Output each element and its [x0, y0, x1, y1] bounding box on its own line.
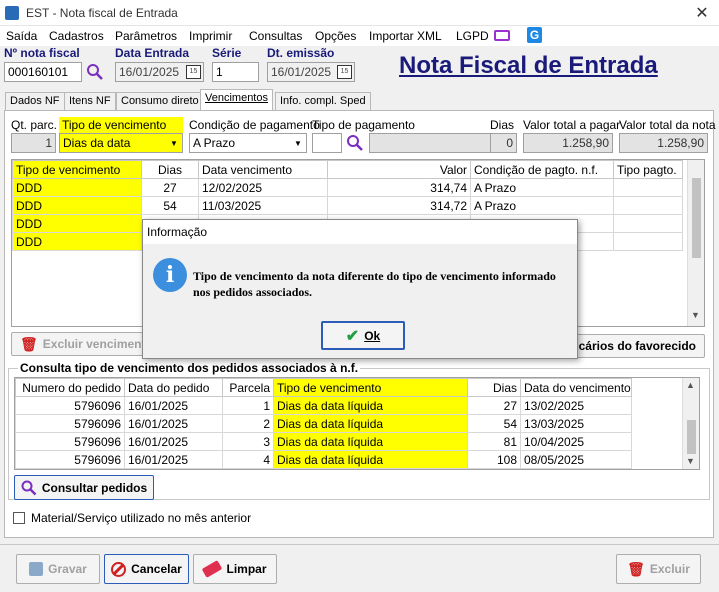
consultar-pedidos-button[interactable]: Consultar pedidos — [14, 475, 154, 500]
chevron-down-icon[interactable]: ▼ — [691, 310, 700, 320]
qt-parc-field: 1 — [11, 133, 56, 153]
search-icon[interactable] — [86, 63, 104, 81]
excluir-button[interactable]: 🗑 Excluir — [616, 554, 701, 584]
scrollbar-thumb[interactable] — [687, 420, 696, 454]
table-row[interactable]: DDD 54 11/03/2025 314,72 A Prazo — [12, 196, 683, 215]
info-icon: i — [153, 258, 187, 292]
col-data-venc[interactable]: Data vencimento — [198, 160, 328, 179]
window-title: EST - Nota fiscal de Entrada — [26, 6, 178, 20]
col-tipo-venc[interactable]: Tipo de vencimento — [12, 160, 142, 179]
tab-info-compl-sped[interactable]: Info. compl. Sped — [275, 92, 371, 110]
check-icon: ✔ — [345, 327, 360, 345]
tipo-venc-select[interactable]: Dias da data ▼ — [59, 133, 183, 153]
table-row[interactable]: 5796096 16/01/2025 3 Dias da data líquida 81… — [15, 432, 632, 451]
chevron-down-icon[interactable]: ▼ — [686, 456, 695, 466]
title-bar: EST - Nota fiscal de Entrada ✕ — [0, 0, 719, 26]
qt-parc-label: Qt. parc. — [11, 118, 58, 132]
valor-pagar-label: Valor total a pagar — [523, 118, 621, 132]
info-dialog: Informação i Tipo de vencimento da nota … — [142, 219, 578, 359]
consulta-title: Consulta tipo de vencimento dos pedidos … — [18, 361, 361, 375]
excluir-vencimento-button[interactable]: 🗑 Excluir vencimento — [11, 332, 153, 356]
dias-label: Dias — [490, 118, 515, 132]
search-icon[interactable] — [346, 134, 364, 152]
col-data-pedido[interactable]: Data do pedido — [124, 378, 223, 397]
trash-icon: 🗑 — [20, 335, 38, 352]
valor-pagar-field: 1.258,90 — [523, 133, 613, 153]
cond-pag-select[interactable]: A Prazo ▼ — [189, 133, 307, 153]
entrada-field[interactable]: 16/01/2025 15 — [115, 62, 204, 82]
emissao-label: Dt. emissão — [267, 46, 335, 60]
col-dias[interactable]: Dias — [141, 160, 199, 179]
col-tipo-pagto[interactable]: Tipo pagto. — [613, 160, 683, 179]
col-tipo-vencimento[interactable]: Tipo de vencimento — [273, 378, 468, 397]
save-icon — [29, 562, 44, 576]
serie-label: Série — [212, 46, 242, 60]
dias-field: 0 — [490, 133, 517, 153]
chevron-down-icon[interactable]: ▼ — [290, 134, 306, 152]
menu-bar: Saída Cadastros Parâmetros Imprimir Cons… — [0, 26, 719, 46]
table-row[interactable]: 5796096 16/01/2025 1 Dias da data líquida 27… — [15, 396, 632, 415]
table-row[interactable]: DDD 27 12/02/2025 314,74 A Prazo — [12, 178, 683, 197]
nota-field[interactable]: 000160101 — [4, 62, 82, 82]
valor-nota-label: Valor total da nota — [619, 118, 716, 132]
menu-importar-xml[interactable]: Importar XML — [369, 29, 442, 43]
col-numero-pedido[interactable]: Numero do pedido — [15, 378, 125, 397]
table-row[interactable]: 5796096 16/01/2025 2 Dias da data líquida 54… — [15, 414, 632, 433]
col-parcela[interactable]: Parcela — [222, 378, 274, 397]
serie-field[interactable]: 1 — [212, 62, 259, 82]
g-app-icon[interactable]: G — [527, 27, 542, 43]
cancel-icon — [111, 561, 127, 577]
chevron-down-icon[interactable]: ▼ — [166, 134, 182, 152]
limpar-button[interactable]: Limpar — [193, 554, 277, 584]
footer-divider — [0, 544, 719, 545]
menu-imprimir[interactable]: Imprimir — [189, 29, 232, 43]
scrollbar[interactable]: ▲ ▼ — [682, 378, 699, 469]
valor-nota-field: 1.258,90 — [619, 133, 708, 153]
menu-opcoes[interactable]: Opções — [315, 29, 356, 43]
tab-itens-nf[interactable]: Itens NF — [64, 92, 116, 110]
chevron-up-icon[interactable]: ▲ — [686, 380, 695, 390]
emissao-field[interactable]: 16/01/2025 15 — [267, 62, 355, 82]
menu-lgpd[interactable]: LGPD — [456, 29, 489, 43]
page-title: Nota Fiscal de Entrada — [399, 52, 658, 79]
col-valor[interactable]: Valor — [327, 160, 471, 179]
scrollbar-thumb[interactable] — [692, 178, 701, 258]
ok-button[interactable]: ✔ Ok — [321, 321, 405, 350]
tab-dados-nf[interactable]: Dados NF — [5, 92, 65, 110]
nota-label: Nº nota fiscal — [4, 46, 80, 60]
tipo-pag-label: Tipo de pagamento — [312, 118, 415, 132]
dialog-message: Tipo de vencimento da nota diferente do … — [193, 269, 556, 299]
tab-vencimentos[interactable]: Vencimentos — [200, 89, 273, 111]
material-checkbox[interactable] — [13, 512, 25, 524]
gravar-button[interactable]: Gravar — [16, 554, 100, 584]
monitor-icon[interactable] — [494, 30, 510, 41]
menu-consultas[interactable]: Consultas — [249, 29, 302, 43]
dados-bancarios-button[interactable]: cários do favorecido — [562, 334, 705, 358]
cancelar-button[interactable]: Cancelar — [104, 554, 189, 584]
app-icon — [5, 6, 19, 20]
material-checkbox-label: Material/Serviço utilizado no mês anteri… — [31, 511, 252, 525]
col-cond-pagto[interactable]: Condição de pagto. n.f. — [470, 160, 614, 179]
consulta-grid[interactable]: Numero do pedido Data do pedido Parcela … — [14, 377, 700, 470]
table-row[interactable]: 5796096 16/01/2025 4 Dias da data líquida 10… — [15, 450, 632, 469]
menu-parametros[interactable]: Parâmetros — [115, 29, 177, 43]
col-dias[interactable]: Dias — [467, 378, 521, 397]
search-icon — [21, 480, 37, 495]
entrada-label: Data Entrada — [115, 46, 190, 60]
calendar-icon[interactable]: 15 — [337, 65, 352, 79]
trash-icon: 🗑 — [627, 560, 645, 577]
cond-pag-label: Condição de pagamento — [189, 118, 320, 132]
eraser-icon — [202, 560, 223, 578]
col-data-vencimento[interactable]: Data do vencimento — [520, 378, 632, 397]
scrollbar[interactable]: ▼ — [687, 160, 704, 326]
tab-consumo-direto[interactable]: Consumo direto — [116, 92, 204, 110]
dialog-title: Informação — [143, 220, 577, 244]
tipo-pag-field[interactable] — [312, 133, 342, 153]
menu-cadastros[interactable]: Cadastros — [49, 29, 104, 43]
calendar-icon[interactable]: 15 — [186, 65, 201, 79]
menu-saida[interactable]: Saída — [6, 29, 37, 43]
tipo-venc-label: Tipo de vencimento — [59, 117, 183, 133]
close-icon[interactable]: ✕ — [690, 3, 714, 23]
